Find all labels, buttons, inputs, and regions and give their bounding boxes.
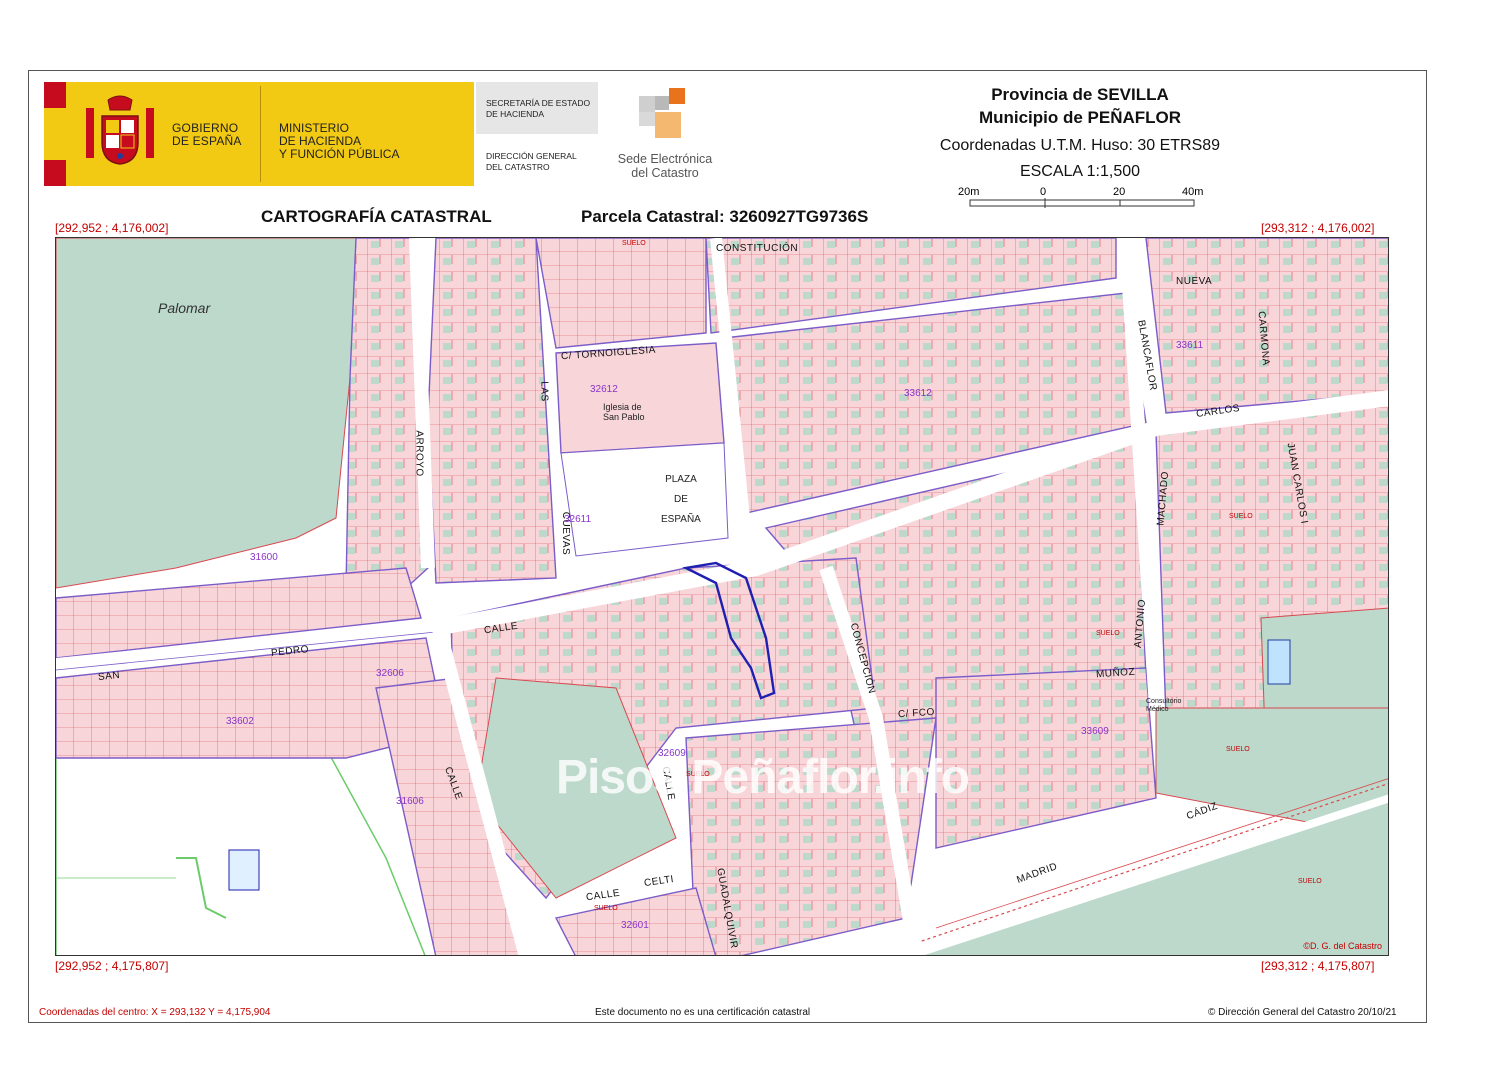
block-33612: 33612 [904, 388, 932, 399]
suelo-label: SUELO [622, 240, 646, 247]
scale-label-40m: 40m [1182, 186, 1203, 198]
suelo-label: SUELO [1298, 878, 1322, 885]
church-label: Iglesia de San Pablo [603, 402, 645, 422]
place-label-palomar: Palomar [158, 300, 211, 316]
map-copyright: ©D. G. del Catastro [1303, 941, 1382, 951]
block-31606: 31606 [396, 796, 424, 807]
scale-bar: 20m 0 20 40m [958, 186, 1203, 208]
cadastral-map[interactable]: Palomar Iglesia de San Pablo PLAZA DE ES… [55, 237, 1389, 956]
watermark: Pisos Peñaflor.info [556, 751, 970, 804]
street-arroyo: ARROYO [413, 430, 425, 477]
sede-electronica-label: Sede Electrónica del Catastro [617, 152, 713, 180]
scale-label-0: 0 [1040, 186, 1046, 198]
suelo-label: SUELO [594, 905, 618, 912]
street-constitucion: CONSTITUCIÓN [716, 243, 799, 254]
corner-bottom-left: [292,952 ; 4,175,807] [55, 959, 169, 973]
suelo-label: SUELO [1096, 630, 1120, 637]
coordinate-system: Coordenadas U.T.M. Huso: 30 ETRS89 [939, 137, 1221, 154]
block-32612: 32612 [590, 384, 618, 395]
consultorio-label: Consultorio Médico [1146, 698, 1182, 713]
block-32601: 32601 [621, 920, 649, 931]
ministerio-label: MINISTERIO DE HACIENDA Y FUNCIÓN PÚBLICA [279, 121, 400, 161]
document-title: CARTOGRAFÍA CATASTRAL [261, 207, 492, 226]
block-32606: 32606 [376, 668, 404, 679]
divider [260, 86, 261, 182]
direccion-label: DIRECCIÓN GENERAL DEL CATASTRO [486, 151, 577, 172]
block-33602: 33602 [226, 716, 254, 727]
footer-copyright: © Dirección General del Catastro 20/10/2… [1208, 1007, 1397, 1018]
block-31600: 31600 [250, 552, 278, 563]
disclaimer: Este documento no es una certificación c… [595, 1007, 811, 1018]
suelo-label: SUELO [1226, 746, 1250, 753]
scale-label-20m: 20m [958, 186, 979, 198]
provincia: Provincia de SEVILLA [991, 85, 1169, 104]
spain-flag-icon [44, 82, 66, 186]
plaza-label: PLAZA DE ESPAÑA [661, 474, 701, 525]
scale-label-20: 20 [1113, 186, 1125, 198]
street-san: SAN [97, 669, 121, 684]
center-coordinates: Coordenadas del centro: X = 293,132 Y = … [39, 1007, 271, 1018]
municipio: Municipio de PEÑAFLOR [978, 108, 1182, 127]
gobierno-label: GOBIERNO DE ESPAÑA [172, 121, 242, 148]
corner-top-left: [292,952 ; 4,176,002] [55, 221, 169, 235]
street-las: LAS [538, 381, 550, 402]
provincia-municipio: Provincia de SEVILLA Municipio de PEÑAFL… [930, 83, 1230, 129]
block-33609: 33609 [1081, 726, 1109, 737]
corner-top-right: [293,312 ; 4,176,002] [1261, 221, 1375, 235]
block-32611: 32611 [564, 514, 592, 525]
suelo-label: SUELO [1229, 513, 1253, 520]
spain-coat-of-arms-icon [86, 95, 154, 165]
sede-catastro-logo-icon [639, 88, 685, 138]
secretaria-label: SECRETARÍA DE ESTADO DE HACIENDA [486, 98, 591, 119]
scale-label: ESCALA 1:1,500 [1019, 163, 1141, 180]
block-33611: 33611 [1176, 340, 1204, 351]
street-nueva: NUEVA [1176, 276, 1213, 287]
corner-bottom-right: [293,312 ; 4,175,807] [1261, 959, 1375, 973]
parcel-reference: Parcela Catastral: 3260927TG9736S [581, 207, 869, 226]
